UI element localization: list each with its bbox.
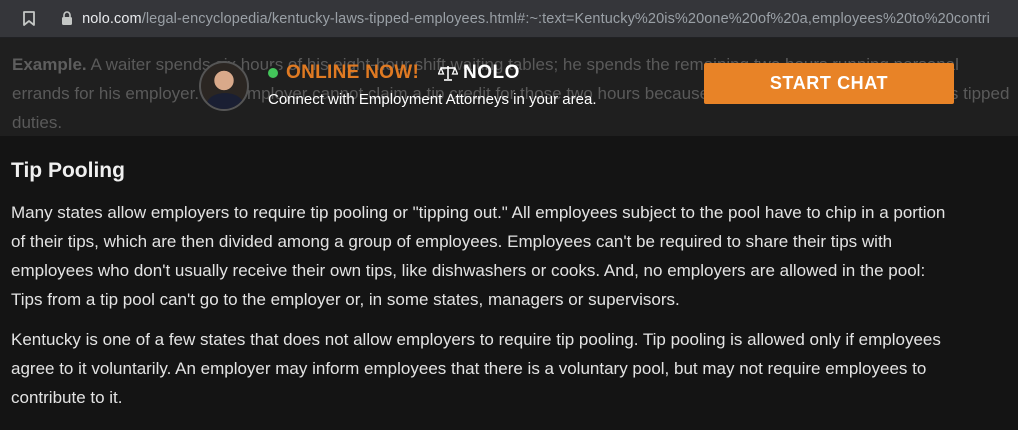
section-heading: Tip Pooling	[11, 159, 125, 182]
lock-icon[interactable]	[60, 11, 76, 27]
url-host: nolo.com	[82, 10, 142, 27]
brand-name: NOLO	[463, 62, 520, 83]
url-text[interactable]: nolo.com/legal-encyclopedia/kentucky-law…	[82, 11, 1018, 27]
chat-promo-banner: ONLINE NOW! NOLO Connect with Employment…	[0, 38, 1018, 136]
banner-tagline: Connect with Employment Attorneys in you…	[268, 91, 597, 108]
address-bar[interactable]: nolo.com/legal-encyclopedia/kentucky-law…	[0, 0, 1018, 38]
online-status-dot	[268, 68, 278, 78]
attorney-avatar	[199, 61, 249, 111]
bookmark-icon[interactable]	[19, 9, 39, 29]
paragraph-tip-pooling: Many states allow employers to require t…	[11, 203, 946, 309]
nolo-logo: NOLO	[438, 62, 520, 84]
online-status-label: ONLINE NOW!	[286, 62, 420, 83]
scales-icon	[438, 66, 458, 81]
url-path: /legal-encyclopedia/kentucky-laws-tipped…	[141, 10, 990, 27]
start-chat-button[interactable]: START CHAT	[704, 63, 954, 104]
paragraph-kentucky: Kentucky is one of a few states that doe…	[11, 330, 941, 407]
